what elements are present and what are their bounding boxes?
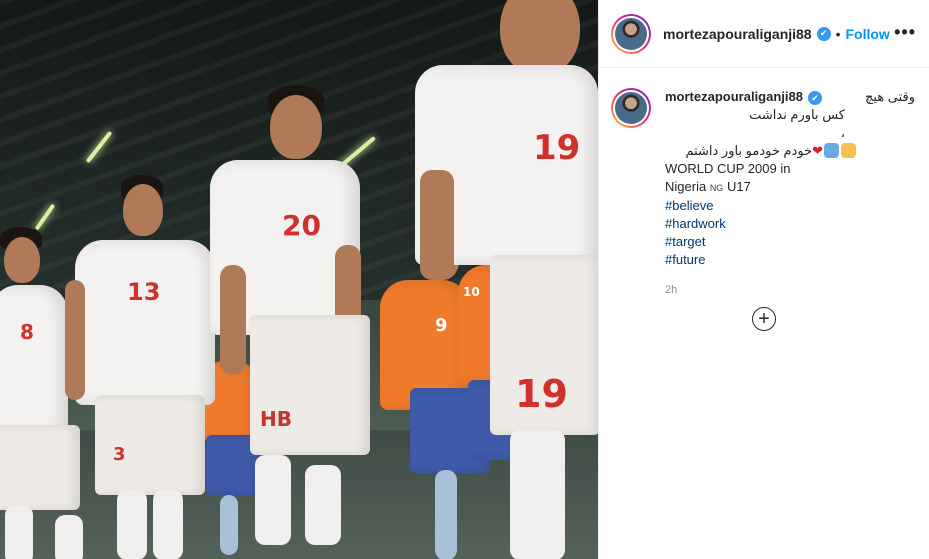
caption-body: mortezapouraliganji88 ✔ وقتی هیچ کس باورم…	[665, 88, 915, 299]
jersey-number: 19	[533, 128, 581, 168]
caption-text-line: Nigeria NG U17	[665, 179, 751, 194]
jersey-number: 19	[515, 372, 568, 416]
jersey-number: HB	[260, 407, 292, 431]
jersey-number: 8	[20, 320, 34, 344]
heart-emoji-icon: ❤	[812, 143, 823, 158]
caption-avatar[interactable]	[611, 88, 651, 128]
avatar[interactable]	[611, 13, 651, 54]
caption-text-line: کس باورم نداشت	[749, 107, 845, 122]
verified-badge-icon: ✔	[807, 90, 822, 105]
caption-text-line: ،	[840, 125, 845, 140]
hashtag-link[interactable]: #hardwork	[665, 215, 915, 233]
caption-text-line: وقتی هیچ	[864, 89, 915, 104]
jersey-number: 3	[113, 444, 126, 465]
more-options-icon[interactable]: •••	[894, 22, 916, 43]
caption-username[interactable]: mortezapouraliganji88 ✔	[665, 88, 822, 106]
post-header: mortezapouraliganji88 ✔ • Follow •••	[599, 0, 929, 68]
separator-dot: •	[835, 25, 841, 42]
follow-button[interactable]: Follow	[846, 26, 890, 42]
post-sidebar: mortezapouraliganji88 ✔ • Follow ••• mor…	[598, 0, 929, 559]
username-link[interactable]: mortezapouraliganji88	[663, 26, 812, 42]
emoji	[824, 143, 839, 158]
jersey-number: 10	[463, 285, 480, 299]
post-timestamp[interactable]: 2h	[665, 281, 915, 299]
hashtag-link[interactable]: #believe	[665, 197, 915, 215]
verified-badge-icon: ✔	[816, 26, 831, 41]
post-photo[interactable]: 9 10 8 13 3 20 HB 19 19	[0, 0, 598, 559]
flag-ng-icon: NG	[709, 183, 724, 193]
jersey-number: 20	[282, 209, 321, 242]
hashtag-link[interactable]: #target	[665, 233, 915, 251]
emoji	[841, 143, 856, 158]
load-more-comments-icon[interactable]: +	[752, 307, 776, 331]
jersey-number: 13	[127, 278, 161, 306]
caption-text-line: WORLD CUP 2009 in	[665, 161, 791, 176]
jersey-number: 9	[435, 315, 448, 336]
caption: mortezapouraliganji88 ✔ وقتی هیچ کس باورم…	[611, 88, 917, 299]
caption-text-line: ❤خودم خودمو باور داشتم	[665, 142, 857, 160]
hashtag-link[interactable]: #future	[665, 251, 915, 269]
